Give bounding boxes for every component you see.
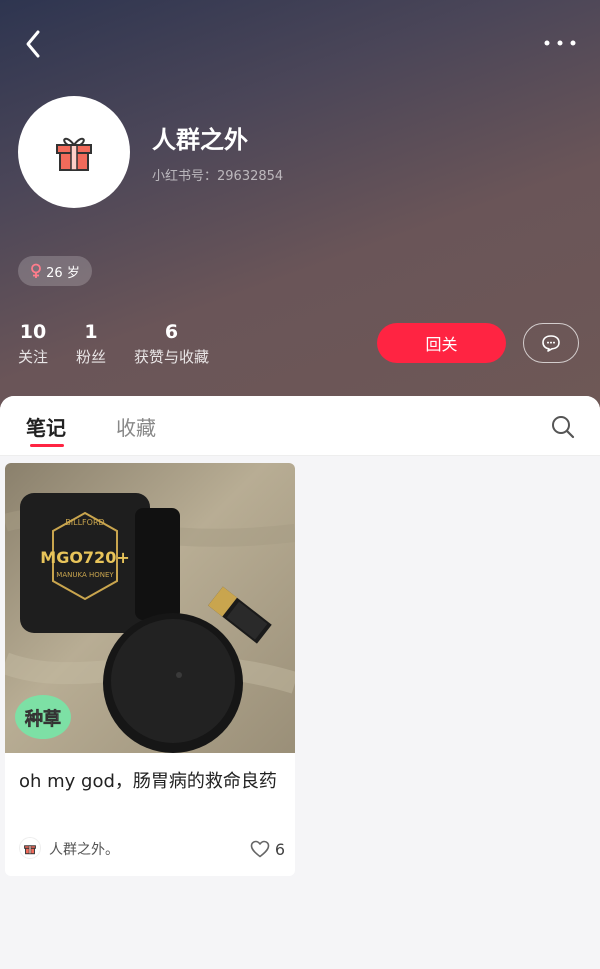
red-id-value: 29632854: [217, 169, 284, 184]
stat-following-label: 关注: [18, 348, 49, 366]
like-button[interactable]: 6: [250, 837, 285, 861]
tab-active-indicator: [30, 444, 64, 447]
profile-header: 人群之外 小红书号：29632854 26 岁 10 关注 1 粉丝 6 获赞与…: [0, 0, 600, 420]
note-footer: 人群之外。 6: [19, 837, 285, 861]
follow-back-button[interactable]: 回关: [377, 323, 506, 363]
stat-followers-count: 1: [84, 321, 98, 343]
age-text: 26 岁: [46, 265, 80, 281]
gift-icon: [56, 137, 92, 171]
author-avatar[interactable]: [19, 837, 41, 859]
red-id: 小红书号：29632854: [152, 165, 283, 184]
avatar[interactable]: [18, 96, 130, 208]
note-card[interactable]: BILLFORD MGO720+ MANUKA HONEY 种草 oh my g…: [5, 463, 295, 876]
tab-bar: 笔记 收藏: [0, 396, 600, 456]
tab-notes[interactable]: 笔记: [26, 412, 66, 441]
stat-following[interactable]: 10 关注: [18, 320, 48, 370]
stat-followers-label: 粉丝: [76, 348, 107, 366]
stat-following-count: 10: [19, 321, 47, 343]
chat-bubble-icon: [542, 335, 560, 352]
stat-likes-label: 获赞与收藏: [134, 348, 210, 366]
more-dots-icon[interactable]: [542, 36, 578, 50]
note-badge-text: 种草: [24, 708, 61, 730]
stat-likes-count: 6: [164, 321, 179, 343]
stat-likes-collects[interactable]: 6 获赞与收藏: [134, 320, 209, 370]
note-title[interactable]: oh my god，肠胃病的救命良药: [19, 767, 285, 797]
age-badge: 26 岁: [18, 256, 92, 286]
note-author-name[interactable]: 人群之外。: [49, 839, 119, 859]
jar-brand-text: BILLFORD: [65, 518, 104, 527]
content-panel: 笔记 收藏 BILLFORD MGO720+ MANUKA HONEY 种草 o…: [0, 396, 600, 969]
stat-followers[interactable]: 1 粉丝: [76, 320, 106, 370]
search-icon[interactable]: [550, 414, 576, 440]
chat-button[interactable]: [523, 323, 579, 363]
heart-icon: [250, 840, 270, 858]
female-icon: [31, 263, 42, 278]
red-id-label: 小红书号：: [152, 169, 218, 184]
tab-collections[interactable]: 收藏: [116, 412, 156, 441]
jar-main-text: MGO720+: [40, 548, 129, 567]
note-cover-image[interactable]: BILLFORD MGO720+ MANUKA HONEY 种草: [5, 463, 295, 753]
back-icon[interactable]: [18, 26, 48, 62]
gift-icon: [24, 845, 36, 855]
like-count: 6: [274, 839, 285, 859]
jar-sub-text: MANUKA HONEY: [56, 571, 114, 579]
profile-name: 人群之外: [152, 126, 248, 154]
